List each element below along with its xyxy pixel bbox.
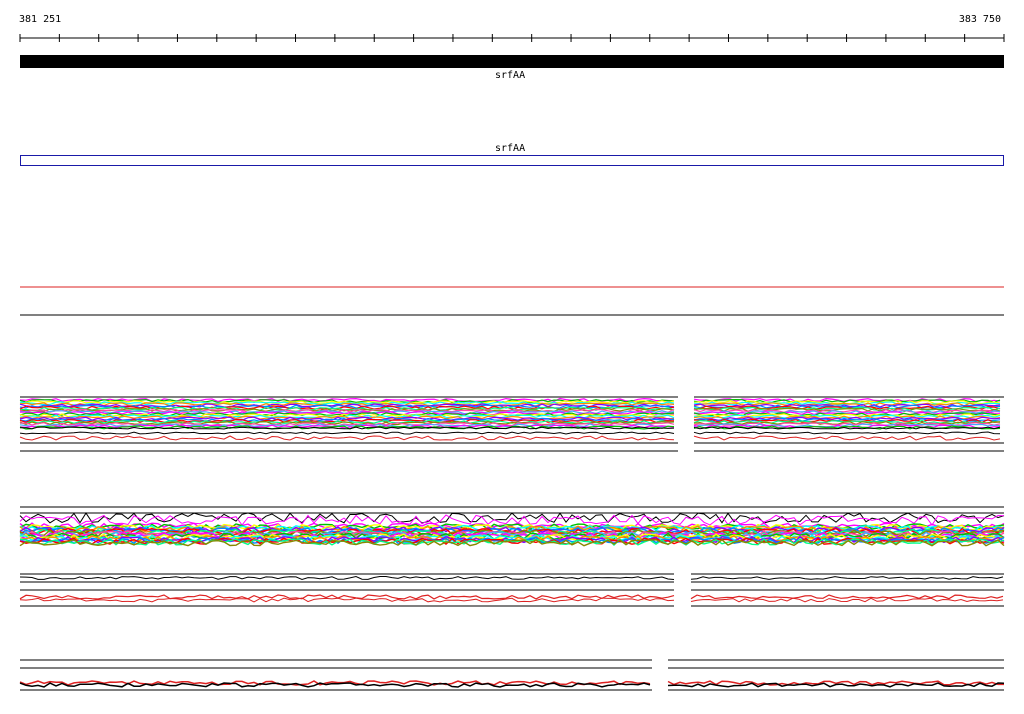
- profile-c-trace: [19, 575, 675, 581]
- scale-ruler: [19, 34, 1005, 42]
- profile-b-trace: [19, 514, 1005, 526]
- profile-a-trace: [19, 435, 675, 441]
- profile-c-trace: [690, 597, 1004, 603]
- profile-c-trace: [690, 594, 1004, 600]
- genome-track-canvas: [19, 34, 1005, 691]
- profile-a-trace: [693, 408, 1001, 413]
- gene-outline-box[interactable]: [20, 155, 1004, 166]
- profile-c-trace: [19, 597, 675, 603]
- profile-d-trace: [19, 682, 651, 688]
- profile-c-trace: [19, 594, 675, 600]
- gene-feature-bar[interactable]: [20, 55, 1004, 68]
- profile-a-trace: [693, 431, 1001, 435]
- profile-c-trace: [690, 576, 1004, 580]
- profile-a-trace: [19, 431, 675, 435]
- profile-a-trace: [693, 435, 1001, 441]
